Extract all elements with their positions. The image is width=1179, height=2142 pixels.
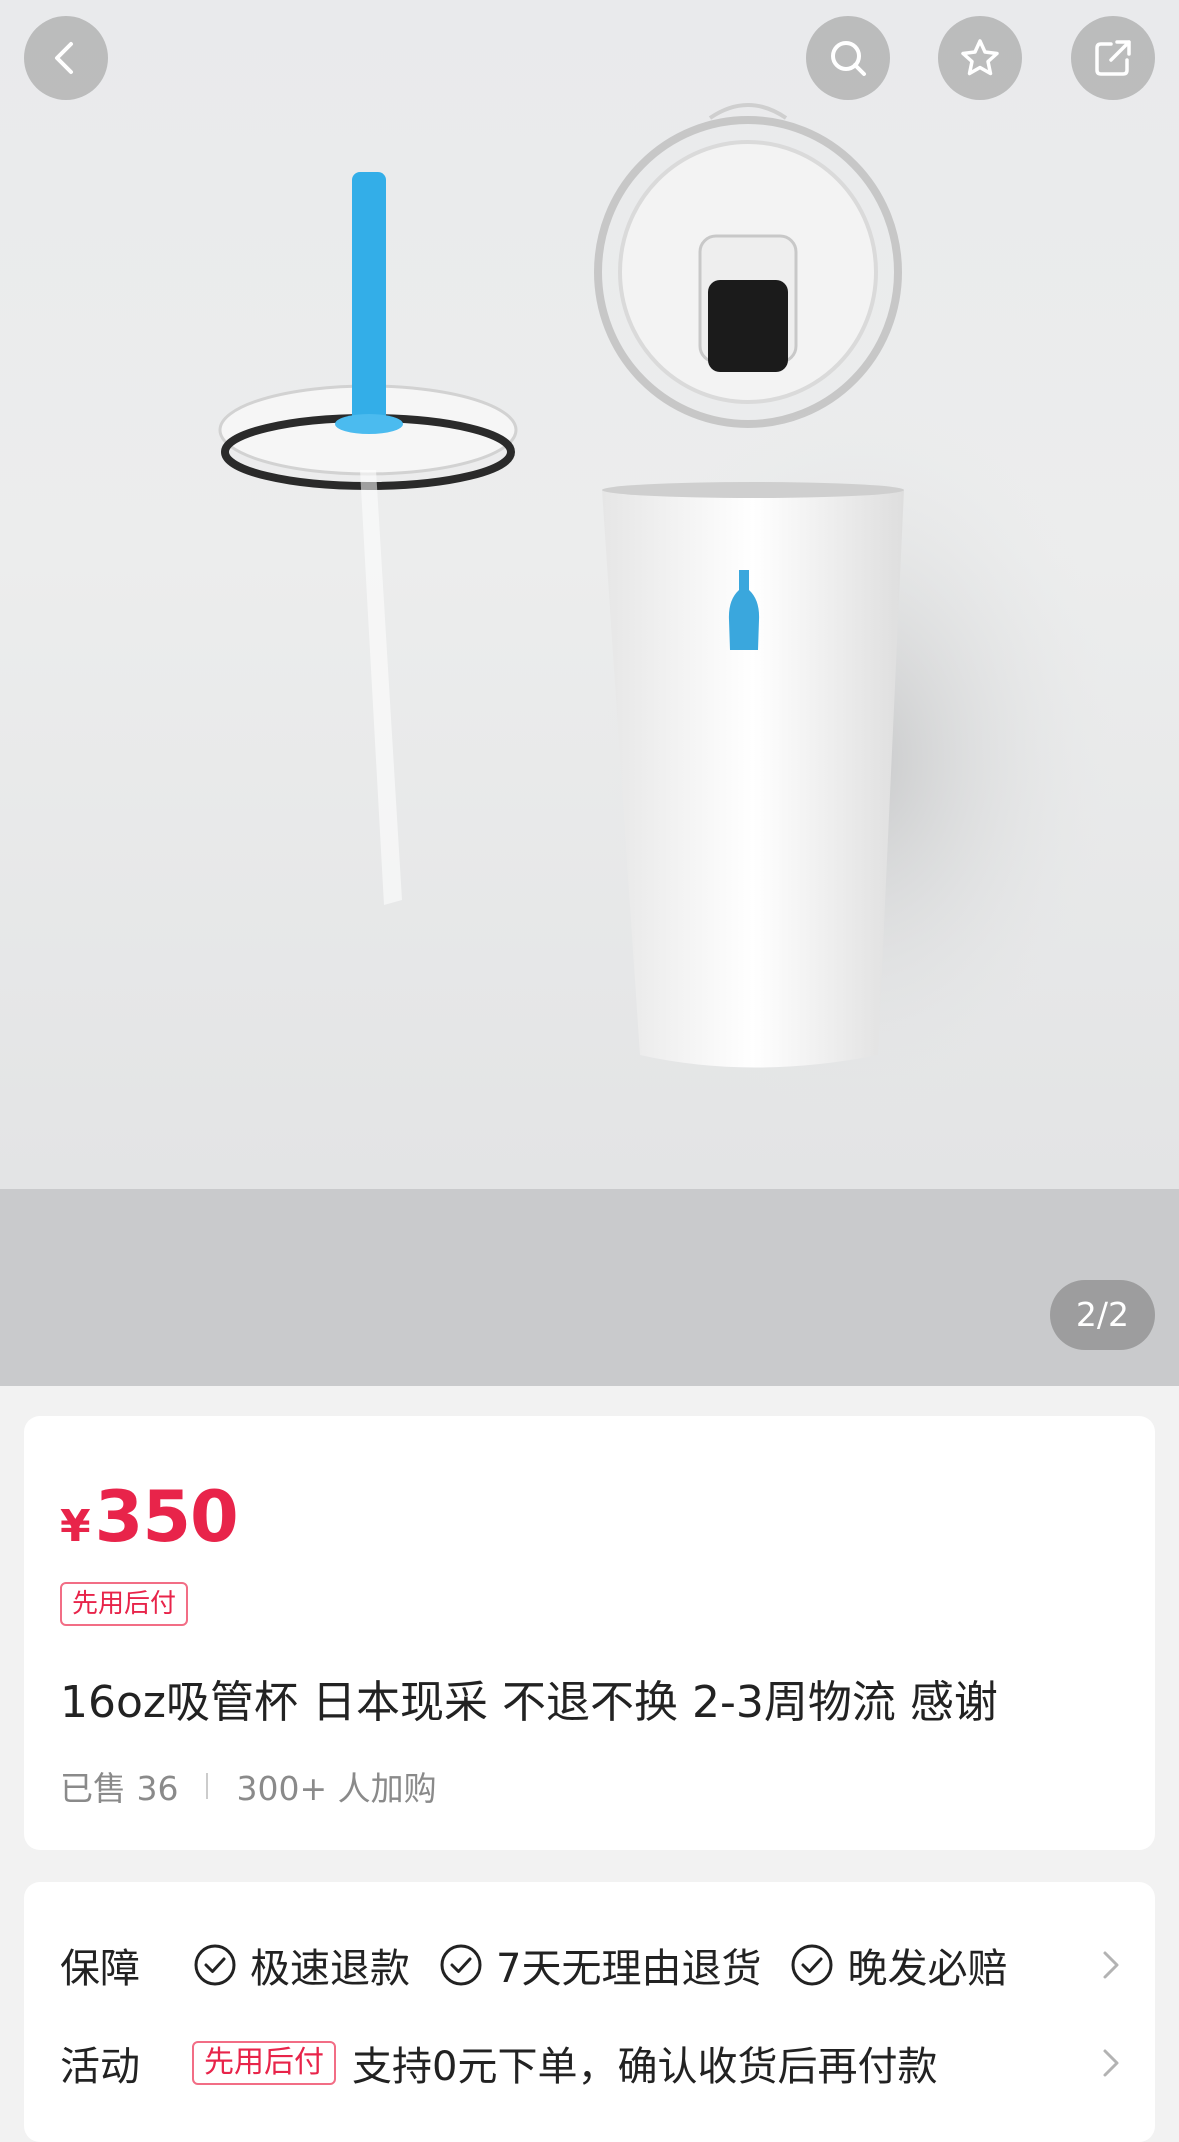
currency-symbol: ¥ <box>60 1501 91 1552</box>
image-footer-band <box>0 1189 1179 1386</box>
product-photo <box>218 103 1120 1120</box>
image-counter: 2/2 <box>1049 1280 1155 1350</box>
guarantee-row[interactable]: 保障 极速退款 7天无理由退货 晚发必赔 <box>60 1936 1125 1994</box>
price: ¥ 350 <box>60 1476 239 1558</box>
activity-text: 支持0元下单，确认收货后再付款 <box>352 2044 938 2090</box>
guarantee-item: 极速退款 <box>192 1936 410 1994</box>
check-circle-icon <box>194 1944 236 1986</box>
check-circle-icon <box>791 1944 833 1986</box>
back-icon <box>55 42 73 74</box>
services-card: 保障 极速退款 7天无理由退货 晚发必赔 活动 先用后付 支持0元下单，确认收货… <box>24 1882 1155 2142</box>
search-button[interactable] <box>806 16 890 100</box>
share-icon <box>1095 40 1131 76</box>
product-info-card: ¥ 350 先用后付 16oz吸管杯 日本现采 不退不换 2-3周物流 感谢 已… <box>24 1416 1155 1850</box>
cart-count: 300+ 人加购 <box>236 1769 437 1808</box>
product-title: 16oz吸管杯 日本现采 不退不换 2-3周物流 感谢 <box>60 1677 998 1728</box>
sold-count: 已售 36 <box>60 1769 179 1808</box>
share-button[interactable] <box>1071 16 1155 100</box>
product-image-gallery[interactable]: 2/2 <box>0 0 1179 1386</box>
guarantee-item: 7天无理由退货 <box>438 1936 761 1994</box>
guarantee-label: 保障 <box>60 1946 140 1992</box>
stats-divider <box>206 1773 209 1799</box>
price-value: 350 <box>94 1476 239 1558</box>
pay-later-tag: 先用后付 <box>192 2041 336 2085</box>
check-circle-icon <box>440 1944 482 1986</box>
activity-row[interactable]: 活动 先用后付 支持0元下单，确认收货后再付款 <box>60 2034 1125 2092</box>
star-icon <box>961 39 999 76</box>
activity-label: 活动 <box>60 2044 140 2090</box>
chevron-right-icon <box>1103 2049 1119 2077</box>
favorite-button[interactable] <box>938 16 1022 100</box>
sales-stats: 已售 36 300+ 人加购 <box>60 1762 437 1810</box>
back-button[interactable] <box>24 16 108 100</box>
search-icon <box>831 41 866 76</box>
guarantee-item: 晚发必赔 <box>789 1936 1007 1994</box>
pay-later-badge: 先用后付 <box>60 1582 189 1626</box>
chevron-right-icon <box>1103 1951 1119 1979</box>
